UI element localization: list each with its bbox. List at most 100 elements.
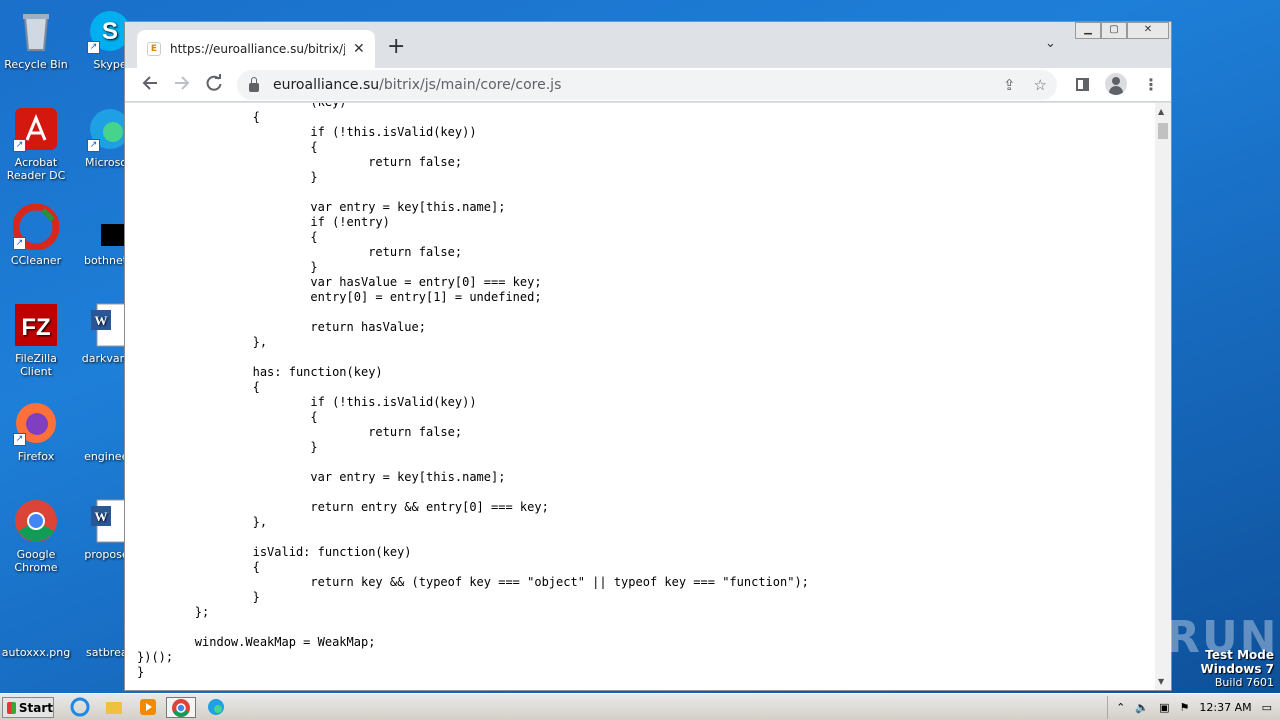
code-line: { (137, 410, 318, 424)
back-button[interactable] (141, 74, 159, 97)
show-desktop-icon[interactable]: ▭ (1262, 701, 1272, 714)
close-window-button[interactable]: ✕ (1127, 22, 1169, 39)
code-line: { (137, 140, 318, 154)
internet-explorer-icon[interactable] (70, 697, 92, 718)
chrome-taskbar-button[interactable] (166, 697, 196, 718)
test-mode-notice: Test Mode Windows 7 Build 7601 (1201, 648, 1274, 690)
windows-version-line: Windows 7 (1200, 662, 1274, 676)
minimize-button[interactable]: ▁ (1075, 22, 1101, 39)
code-line: } (137, 260, 318, 274)
media-player-icon[interactable] (138, 697, 160, 718)
desktop-icon-label: Google Chrome (14, 548, 58, 574)
reload-button[interactable] (205, 74, 223, 97)
desktop-icon-label: autoxxx.png (1, 646, 71, 659)
code-line: entry[0] = entry[1] = undefined; (137, 290, 542, 304)
desktop-icon-filezilla[interactable]: FZ FileZilla Client (0, 302, 72, 378)
desktop-icon-label: Firefox (17, 450, 55, 463)
tab-close-icon[interactable]: ✕ (353, 41, 365, 57)
file-explorer-icon[interactable] (104, 697, 126, 718)
tab-search-button[interactable]: ⌄ (1045, 36, 1056, 51)
code-line: return hasValue; (137, 320, 426, 334)
action-center-icon[interactable]: ⚑ (1180, 701, 1190, 714)
start-button[interactable]: Start (2, 697, 54, 718)
scroll-thumb[interactable] (1158, 123, 1168, 139)
desktop-icon-ccleaner[interactable]: ↗ CCleaner (0, 203, 72, 267)
tray-expand-icon[interactable]: ⌃ (1116, 701, 1125, 714)
volume-icon[interactable]: 🔈 (1135, 701, 1149, 714)
desktop-icon-recycle-bin[interactable]: Recycle Bin (0, 8, 72, 71)
bookmark-star-icon[interactable]: ☆ (1034, 76, 1047, 94)
desktop-icon-label: Skype (93, 58, 127, 71)
code-line: } (137, 440, 318, 454)
source-code: (key) { if (!this.isValid(key)) { return… (137, 103, 809, 680)
address-bar[interactable]: euroalliance.su/bitrix/js/main/core/core… (237, 70, 1057, 100)
network-icon[interactable]: ▣ (1159, 701, 1169, 714)
vertical-scrollbar[interactable]: ▲ ▼ (1155, 103, 1171, 690)
recycle-bin-icon (13, 8, 59, 54)
desktop-icon-google-chrome[interactable]: Google Chrome (0, 498, 72, 574)
desktop-icon-autoxxx[interactable]: autoxxx.png (0, 596, 72, 659)
start-label: Start (18, 700, 53, 715)
clock[interactable]: 12:37 AM (1199, 701, 1251, 714)
lock-icon[interactable] (249, 76, 259, 92)
code-line: return false; (137, 425, 463, 439)
code-line: if (!this.isValid(key)) (137, 125, 477, 139)
share-icon[interactable]: ⇪ (1003, 76, 1016, 94)
code-line: has: function(key) (137, 365, 383, 379)
desktop-icon-label: Recycle Bin (4, 58, 68, 71)
scroll-down-icon[interactable]: ▼ (1158, 677, 1164, 686)
windows-logo-icon (7, 701, 16, 714)
new-tab-button[interactable]: + (387, 34, 405, 59)
desktop-icon-label: Acrobat Reader DC (6, 156, 66, 182)
site-favicon-icon: E (147, 42, 161, 56)
desktop-icon-acrobat[interactable]: ↗ Acrobat Reader DC (0, 106, 72, 182)
code-line: }; (137, 605, 210, 619)
build-line: Build 7601 (1214, 676, 1274, 689)
arrow-right-icon (175, 76, 190, 90)
scroll-up-icon[interactable]: ▲ (1158, 107, 1164, 116)
code-line: } (137, 665, 145, 679)
filezilla-icon: FZ (13, 302, 59, 348)
code-line: if (!entry) (137, 215, 390, 229)
code-line: return key && (typeof key === "object" |… (137, 575, 809, 589)
arrow-left-icon (142, 76, 157, 90)
url-text: euroalliance.su/bitrix/js/main/core/core… (273, 77, 561, 93)
browser-toolbar: euroalliance.su/bitrix/js/main/core/core… (125, 68, 1171, 102)
page-content: (key) { if (!this.isValid(key)) { return… (125, 103, 1155, 690)
code-line: return false; (137, 155, 463, 169)
code-line: { (137, 380, 260, 394)
desktop-icon-firefox[interactable]: ↗ Firefox (0, 400, 72, 463)
more-menu-icon[interactable]: ⋮ (1143, 75, 1159, 94)
forward-button[interactable] (173, 74, 191, 97)
side-panel-icon[interactable] (1076, 77, 1089, 91)
code-line: { (137, 560, 260, 574)
tab-strip: E https://euroalliance.su/bitrix/js/main… (125, 22, 1171, 68)
tab-active[interactable]: E https://euroalliance.su/bitrix/js/main… (137, 30, 375, 68)
test-mode-line: Test Mode (1205, 648, 1274, 662)
code-line: }, (137, 515, 268, 529)
image-file-icon (13, 596, 59, 642)
code-line: isValid: function(key) (137, 545, 412, 559)
edge-taskbar-icon[interactable] (206, 697, 228, 718)
code-line: }, (137, 335, 268, 349)
profile-avatar-icon[interactable] (1105, 73, 1127, 95)
code-line: return entry && entry[0] === key; (137, 500, 549, 514)
url-path: /bitrix/js/main/core/core.js (379, 77, 562, 93)
desktop-icon-label: FileZilla Client (15, 352, 57, 378)
code-line: if (!this.isValid(key)) (137, 395, 477, 409)
desktop-icon-label: CCleaner (10, 254, 62, 267)
maximize-button[interactable]: ▢ (1101, 22, 1127, 39)
acrobat-icon: ↗ (13, 106, 59, 152)
browser-window: E https://euroalliance.su/bitrix/js/main… (124, 21, 1172, 691)
code-line: } (137, 170, 318, 184)
svg-text:FZ: FZ (21, 314, 50, 341)
system-tray: ⌃ 🔈 ▣ ⚑ 12:37 AM ▭ (1107, 696, 1280, 719)
code-line: } (137, 590, 260, 604)
tab-title: https://euroalliance.su/bitrix/js/main (170, 42, 345, 56)
code-line: { (137, 110, 260, 124)
firefox-icon: ↗ (13, 400, 59, 446)
